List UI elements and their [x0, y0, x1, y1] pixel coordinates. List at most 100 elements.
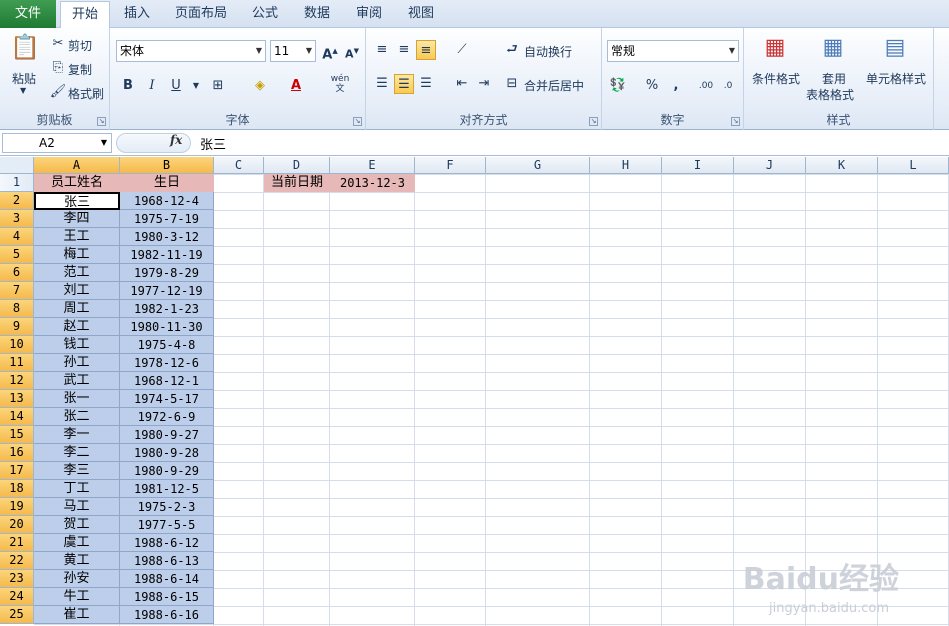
row-header-6[interactable]: 6 [0, 264, 34, 282]
row-header-15[interactable]: 15 [0, 426, 34, 444]
cell-employee-name[interactable]: 丁工 [34, 480, 120, 498]
cell-birthday[interactable]: 1978-12-6 [120, 354, 214, 372]
cell-employee-name[interactable]: 刘工 [34, 282, 120, 300]
merge-center-button[interactable]: 合并后居中 [524, 77, 584, 94]
tab-formulas[interactable]: 公式 [244, 0, 286, 28]
align-bottom-icon[interactable]: ≡ [416, 40, 436, 60]
cell-birthday[interactable]: 1975-7-19 [120, 210, 214, 228]
cell-employee-name[interactable]: 周工 [34, 300, 120, 318]
cell-employee-name[interactable]: 王工 [34, 228, 120, 246]
row-header-2[interactable]: 2 [0, 192, 34, 210]
decrease-indent-icon[interactable]: ⇤ [452, 74, 472, 94]
percent-button[interactable]: % [642, 76, 662, 96]
cell-styles-icon[interactable]: ▤ [880, 34, 910, 64]
tab-view[interactable]: 视图 [400, 0, 442, 28]
cell-employee-name[interactable]: 崔工 [34, 606, 120, 624]
copy-icon[interactable]: ⎘ [48, 58, 68, 78]
shrink-font-icon[interactable]: A▼ [342, 41, 362, 61]
header-employee-name[interactable]: 员工姓名 [34, 174, 120, 192]
currency-icon[interactable]: 💱 [608, 76, 628, 96]
chevron-down-icon[interactable]: ▼ [186, 76, 206, 96]
cell-employee-name[interactable]: 李二 [34, 444, 120, 462]
cell-employee-name[interactable]: 黄工 [34, 552, 120, 570]
row-header-3[interactable]: 3 [0, 210, 34, 228]
cell-birthday[interactable]: 1988-6-14 [120, 570, 214, 588]
cut-button[interactable]: 剪切 [68, 37, 92, 54]
wrap-text-button[interactable]: 自动换行 [524, 43, 572, 60]
column-header-d[interactable]: D [264, 157, 330, 174]
font-name-select[interactable]: 宋体 ▼ [116, 40, 266, 62]
tab-data[interactable]: 数据 [296, 0, 338, 28]
name-box[interactable]: A2 ▼ [2, 133, 112, 153]
italic-button[interactable]: I [142, 76, 162, 96]
wrap-text-icon[interactable]: ⮐ [502, 40, 522, 60]
cell-birthday[interactable]: 1975-2-3 [120, 498, 214, 516]
column-header-l[interactable]: L [878, 157, 949, 174]
row-header-20[interactable]: 20 [0, 516, 34, 534]
cell-birthday[interactable]: 1977-5-5 [120, 516, 214, 534]
column-header-g[interactable]: G [486, 157, 590, 174]
border-icon[interactable]: ⊞ [208, 76, 228, 96]
select-all-corner[interactable] [0, 157, 34, 174]
font-color-icon[interactable]: A [286, 76, 306, 96]
cell-birthday[interactable]: 1979-8-29 [120, 264, 214, 282]
current-date-label[interactable]: 当前日期 [264, 174, 330, 192]
cell-employee-name[interactable]: 马工 [34, 498, 120, 516]
cell-birthday[interactable]: 1980-3-12 [120, 228, 214, 246]
cell-birthday[interactable]: 1975-4-8 [120, 336, 214, 354]
cell-birthday[interactable]: 1982-1-23 [120, 300, 214, 318]
row-header-21[interactable]: 21 [0, 534, 34, 552]
row-header-18[interactable]: 18 [0, 480, 34, 498]
row-header-23[interactable]: 23 [0, 570, 34, 588]
number-format-select[interactable]: 常规 ▼ [607, 40, 739, 62]
cell-employee-name[interactable]: 李三 [34, 462, 120, 480]
cell-employee-name[interactable]: 李一 [34, 426, 120, 444]
column-header-i[interactable]: I [662, 157, 734, 174]
conditional-format-button[interactable]: 条件格式 [752, 70, 800, 87]
cell-employee-name[interactable]: 赵工 [34, 318, 120, 336]
align-right-icon[interactable]: ☰ [416, 74, 436, 94]
dialog-launcher-icon[interactable]: ↘ [589, 117, 598, 126]
row-header-25[interactable]: 25 [0, 606, 34, 624]
row-header-9[interactable]: 9 [0, 318, 34, 336]
column-header-c[interactable]: C [214, 157, 264, 174]
cell-employee-name[interactable]: 张三 [34, 192, 120, 210]
format-as-table-icon[interactable]: ▦ [818, 34, 848, 64]
dialog-launcher-icon[interactable]: ↘ [97, 117, 106, 126]
align-middle-icon[interactable]: ≡ [394, 40, 414, 60]
tab-file[interactable]: 文件 [0, 0, 56, 28]
cell-birthday[interactable]: 1980-9-27 [120, 426, 214, 444]
cell-birthday[interactable]: 1988-6-12 [120, 534, 214, 552]
comma-button[interactable]: , [666, 76, 686, 96]
insert-function-icon[interactable]: fx [170, 133, 182, 147]
row-header-7[interactable]: 7 [0, 282, 34, 300]
column-header-h[interactable]: H [590, 157, 662, 174]
column-header-f[interactable]: F [415, 157, 486, 174]
cell-employee-name[interactable]: 武工 [34, 372, 120, 390]
cell-birthday[interactable]: 1977-12-19 [120, 282, 214, 300]
cell-employee-name[interactable]: 李四 [34, 210, 120, 228]
dialog-launcher-icon[interactable]: ↘ [353, 117, 362, 126]
column-header-j[interactable]: J [734, 157, 806, 174]
cell-employee-name[interactable]: 张一 [34, 390, 120, 408]
cell-employee-name[interactable]: 孙工 [34, 354, 120, 372]
merge-center-icon[interactable]: ⊟ [502, 74, 522, 94]
tab-insert[interactable]: 插入 [116, 0, 158, 28]
increase-indent-icon[interactable]: ⇥ [474, 74, 494, 94]
cell-birthday[interactable]: 1980-11-30 [120, 318, 214, 336]
cell-employee-name[interactable]: 梅工 [34, 246, 120, 264]
align-left-icon[interactable]: ☰ [372, 74, 392, 94]
format-painter-button[interactable]: 格式刷 [68, 85, 104, 102]
cell-employee-name[interactable]: 牛工 [34, 588, 120, 606]
column-header-e[interactable]: E [330, 157, 415, 174]
cell-birthday[interactable]: 1980-9-29 [120, 462, 214, 480]
tab-review[interactable]: 审阅 [348, 0, 390, 28]
cell-birthday[interactable]: 1988-6-15 [120, 588, 214, 606]
decrease-decimal-icon[interactable]: .0 [718, 76, 738, 96]
orientation-icon[interactable]: ⟋ [452, 40, 472, 60]
row-header-16[interactable]: 16 [0, 444, 34, 462]
cell-birthday[interactable]: 1968-12-1 [120, 372, 214, 390]
column-header-k[interactable]: K [806, 157, 878, 174]
bold-button[interactable]: B [118, 76, 138, 96]
row-header-12[interactable]: 12 [0, 372, 34, 390]
